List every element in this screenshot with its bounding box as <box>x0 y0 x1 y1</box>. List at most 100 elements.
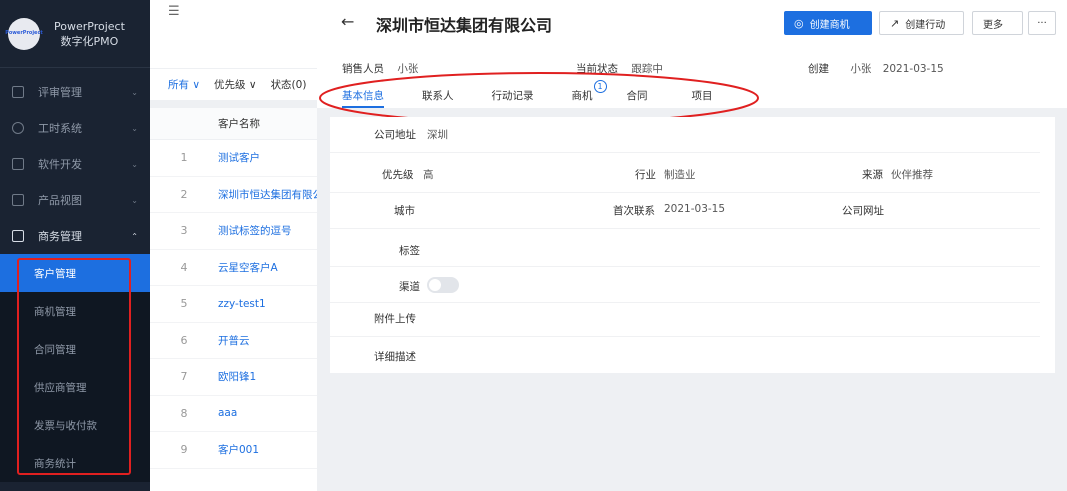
customer-name-link[interactable]: 测试标签的逗号 <box>218 223 330 238</box>
field-tags-key: 标签 <box>399 245 420 257</box>
clock-icon <box>12 122 24 134</box>
customer-name-link[interactable]: 测试客户 <box>218 150 330 165</box>
sidebar-item-label: 产品视图 <box>38 194 82 207</box>
field-first-contact-value: 2021-03-15 <box>664 203 726 215</box>
sidebar-item-timesheet[interactable]: 工时系统 ⌄ <box>0 110 150 146</box>
annotation-box-submenu <box>17 258 131 475</box>
table-row[interactable]: 8 aaa <box>150 396 330 432</box>
create-action-label: 创建行动 <box>905 19 946 31</box>
field-channel-key: 渠道 <box>399 281 420 293</box>
field-industry-value: 制造业 <box>664 169 696 181</box>
field-row-tags: 标签 <box>330 229 1040 267</box>
meta-created: 创建 小张 2021-03-15 <box>808 61 944 76</box>
meta-created-by: 小张 <box>850 63 872 75</box>
tab-basic-info[interactable]: 基本信息 <box>342 88 384 108</box>
table-row[interactable]: 5 zzy-test1 <box>150 286 330 323</box>
meta-status-key: 当前状态 <box>576 63 618 75</box>
row-index: 9 <box>180 443 188 457</box>
customer-name-link[interactable]: aaa <box>218 407 330 419</box>
sidebar-item-label: 工时系统 <box>38 122 82 135</box>
row-index: 8 <box>180 406 188 420</box>
back-arrow-icon[interactable]: ← <box>341 12 354 31</box>
customer-name-link[interactable]: 开普云 <box>218 333 330 348</box>
row-index: 4 <box>180 260 188 274</box>
tab-opportunities[interactable]: 商机 1 <box>571 80 607 108</box>
meta-sales-value: 小张 <box>397 63 419 75</box>
table-row[interactable]: 4 云星空客户A <box>150 250 330 286</box>
table-row[interactable]: 7 欧阳锋1 <box>150 359 330 396</box>
more-label: 更多 <box>983 19 1003 31</box>
filter-priority[interactable]: 优先级 ∨ <box>214 77 257 92</box>
app-logo: PowerProject <box>5 17 43 50</box>
sidebar-item-product[interactable]: 产品视图 ⌄ <box>0 182 150 218</box>
tab-projects[interactable]: 项目 <box>692 88 713 108</box>
create-opportunity-label: 创建商机 <box>809 19 850 31</box>
customer-name-link[interactable]: 欧阳锋1 <box>218 369 330 384</box>
field-address-key: 公司地址 <box>374 129 416 141</box>
sidebar-item-label: 软件开发 <box>38 158 82 171</box>
chevron-down-icon: ⌄ <box>131 159 138 169</box>
run-icon: ↗ <box>890 16 900 30</box>
field-industry-key: 行业 <box>635 169 656 181</box>
filter-all[interactable]: 所有 ∨ <box>168 77 200 92</box>
table-row[interactable]: 9 客户001 <box>150 432 330 469</box>
sidebar-item-business[interactable]: 商务管理 ⌃ <box>0 218 150 254</box>
customer-name-link[interactable]: zzy-test1 <box>218 298 330 310</box>
create-action-button[interactable]: ↗ 创建行动 <box>879 11 964 35</box>
tab-opportunities-label: 商机 <box>571 90 593 102</box>
ellipsis-button[interactable]: ··· <box>1028 11 1056 35</box>
row-index: 2 <box>180 187 188 201</box>
field-first-contact-key: 首次联系 <box>613 205 655 217</box>
sidebar-item-review[interactable]: 评审管理 ⌄ <box>0 74 150 110</box>
sidebar-item-software[interactable]: 软件开发 ⌄ <box>0 146 150 182</box>
field-row-description: 详细描述 <box>330 337 1040 373</box>
field-row-address: 公司地址 深圳 <box>330 117 1040 153</box>
filter-status[interactable]: 状态(0) <box>271 77 307 92</box>
list-toolbar: ☰ <box>150 0 330 68</box>
customer-list-panel: ☰ 所有 ∨ 优先级 ∨ 状态(0) 客户名称 1 测试客户 2 深圳市恒达集团… <box>150 0 330 491</box>
field-row-city: 城市 首次联系 2021-03-15 公司网址 <box>330 193 1040 229</box>
ellipsis-icon: ··· <box>1037 17 1047 29</box>
customer-name-link[interactable]: 客户001 <box>218 442 330 457</box>
row-index: 5 <box>180 297 188 311</box>
row-index: 6 <box>180 333 188 347</box>
collapse-menu-icon[interactable]: ☰ <box>168 4 180 19</box>
customer-name-link[interactable]: 云星空客户A <box>218 260 330 275</box>
field-priority-value: 高 <box>423 169 434 181</box>
table-row[interactable]: 6 开普云 <box>150 323 330 359</box>
app-name-line1: PowerProject <box>54 19 125 33</box>
row-index: 1 <box>180 151 188 165</box>
table-row[interactable]: 2 深圳市恒达集团有限公 <box>150 177 330 213</box>
table-row[interactable]: 1 测试客户 <box>150 140 330 177</box>
code-icon <box>12 158 24 170</box>
field-address-value: 深圳 <box>427 129 448 141</box>
create-opportunity-button[interactable]: ◎ 创建商机 <box>784 11 872 35</box>
meta-created-date: 2021-03-15 <box>882 63 944 75</box>
logo-area: PowerProject PowerProject 数字化PMO <box>0 0 150 68</box>
app-logo-text: PowerProject <box>5 29 43 36</box>
channel-toggle[interactable] <box>427 277 459 293</box>
field-row-channel: 渠道 <box>330 267 1040 303</box>
tab-contracts[interactable]: 合同 <box>627 88 648 108</box>
field-row-priority: 优先级 高 行业 制造业 来源 伙伴推荐 <box>330 153 1040 193</box>
customer-name-link[interactable]: 深圳市恒达集团有限公 <box>218 187 330 202</box>
chevron-down-icon: ⌄ <box>131 123 138 133</box>
tab-contacts[interactable]: 联系人 <box>422 88 454 108</box>
review-icon <box>12 86 24 98</box>
more-button[interactable]: 更多 <box>972 11 1023 35</box>
field-city-key: 城市 <box>394 205 415 217</box>
table-row[interactable]: 3 测试标签的逗号 <box>150 213 330 250</box>
filter-bar: 所有 ∨ 优先级 ∨ 状态(0) <box>150 68 330 100</box>
briefcase-icon <box>12 230 24 242</box>
chevron-down-icon: ⌄ <box>131 87 138 97</box>
field-source-value: 伙伴推荐 <box>891 169 933 181</box>
field-attachment-key: 附件上传 <box>374 313 416 325</box>
sidebar-item-label: 评审管理 <box>38 86 82 99</box>
sidebar-item-label: 商务管理 <box>38 230 82 243</box>
field-description-key: 详细描述 <box>374 351 416 363</box>
tab-action-records[interactable]: 行动记录 <box>492 88 534 108</box>
chevron-down-icon: ⌄ <box>131 195 138 205</box>
page-title: 深圳市恒达集团有限公司 <box>376 16 553 35</box>
field-website-key: 公司网址 <box>842 205 884 217</box>
app-name: PowerProject 数字化PMO <box>54 19 125 49</box>
